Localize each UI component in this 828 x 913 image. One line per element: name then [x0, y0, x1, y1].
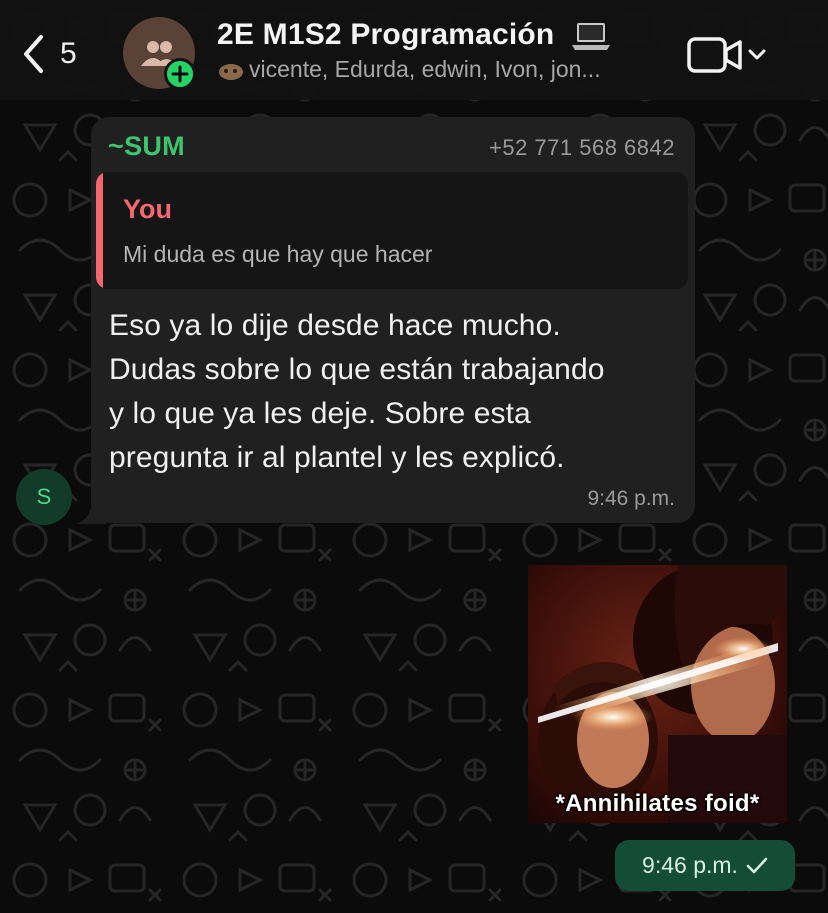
- outgoing-timestamp-pill: 9:46 p.m.: [615, 840, 795, 891]
- meme-image: [528, 565, 787, 823]
- group-title: 2E M1S2 Programación: [217, 18, 657, 52]
- sender-phone[interactable]: +52 771 568 6842: [489, 135, 675, 161]
- sender-avatar[interactable]: S: [16, 469, 72, 525]
- sloth-emoji-icon: [219, 63, 243, 80]
- chat-title-block[interactable]: 2E M1S2 Programación vicente, Edurda, ed…: [217, 18, 657, 83]
- group-title-text: 2E M1S2 Programación: [217, 18, 555, 51]
- quoted-text: Mi duda es que hay que hacer: [123, 241, 433, 267]
- chevron-down-icon: [748, 49, 766, 60]
- group-members: vicente, Edurda, edwin, Ivon, jon...: [217, 56, 637, 83]
- outgoing-timestamp: 9:46 p.m.: [642, 852, 738, 878]
- image-caption: *Annihilates foid*: [555, 790, 760, 817]
- check-icon: [746, 857, 768, 873]
- message-text: Eso ya lo dije desde hace mucho. Dudas s…: [109, 309, 605, 474]
- incoming-message-bubble[interactable]: ~SUM +52 771 568 6842 You Mi duda es que…: [91, 117, 695, 523]
- chat-header: 5 2E M1S2 Programación vicente, Edurda, …: [0, 0, 828, 100]
- video-call-button[interactable]: [686, 36, 770, 74]
- back-button[interactable]: 5: [22, 32, 92, 76]
- quote-accent-bar: [96, 172, 103, 289]
- add-icon: [171, 65, 189, 83]
- quoted-message[interactable]: You Mi duda es que hay que hacer: [96, 172, 688, 289]
- unread-count: 5: [60, 37, 77, 70]
- quoted-author: You: [123, 194, 172, 224]
- laptop-icon: [572, 23, 611, 51]
- outgoing-image-message[interactable]: *Annihilates foid*: [528, 565, 787, 823]
- chevron-left-icon: [24, 35, 43, 73]
- sender-name[interactable]: ~SUM: [108, 131, 185, 162]
- video-camera-icon: [687, 37, 742, 73]
- add-member-button[interactable]: [164, 58, 196, 90]
- group-members-text: vicente, Edurda, edwin, Ivon, jon...: [249, 56, 601, 83]
- message-timestamp: 9:46 p.m.: [587, 487, 675, 510]
